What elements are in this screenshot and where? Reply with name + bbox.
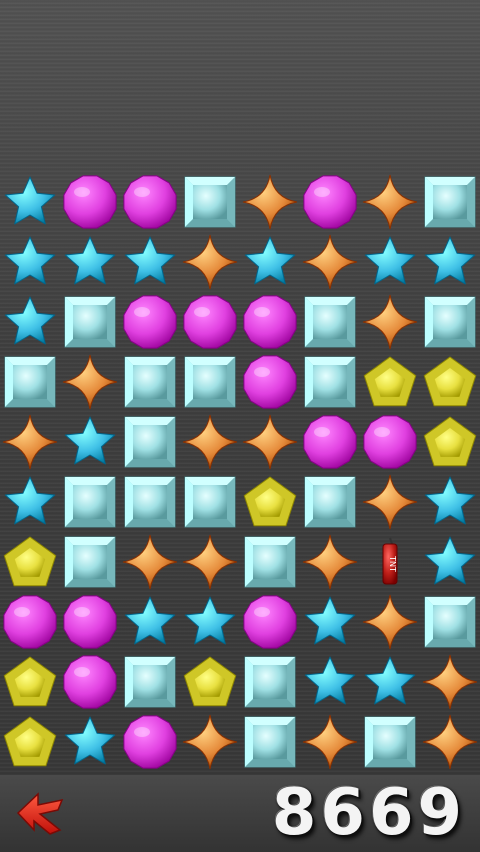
gem-sparkle[interactable] xyxy=(180,232,240,292)
gem-square[interactable] xyxy=(60,532,120,592)
gem-square[interactable] xyxy=(60,472,120,532)
gem-sparkle[interactable] xyxy=(180,412,240,472)
gem-square[interactable] xyxy=(240,652,300,712)
gem-circle[interactable] xyxy=(240,592,300,652)
gem-square[interactable] xyxy=(360,712,420,772)
gem-sparkle[interactable] xyxy=(120,532,180,592)
gem-pentagon[interactable] xyxy=(0,532,60,592)
gem-square[interactable] xyxy=(300,472,360,532)
gem-sparkle[interactable] xyxy=(300,532,360,592)
gem-pentagon[interactable] xyxy=(420,352,480,412)
gem-star[interactable] xyxy=(360,232,420,292)
gem-circle[interactable] xyxy=(360,412,420,472)
gem-sparkle[interactable] xyxy=(180,532,240,592)
gem-star[interactable] xyxy=(420,232,480,292)
gem-circle[interactable] xyxy=(300,172,360,232)
gem-circle[interactable] xyxy=(60,592,120,652)
gem-star[interactable] xyxy=(60,232,120,292)
gem-circle[interactable] xyxy=(120,712,180,772)
gem-star[interactable] xyxy=(0,292,60,352)
gem-sparkle[interactable] xyxy=(0,412,60,472)
gem-star[interactable] xyxy=(240,232,300,292)
gem-square[interactable] xyxy=(300,292,360,352)
gem-circle[interactable] xyxy=(120,292,180,352)
gem-pentagon[interactable] xyxy=(420,412,480,472)
gem-circle[interactable] xyxy=(60,652,120,712)
gem-sparkle[interactable] xyxy=(420,652,480,712)
gem-circle[interactable] xyxy=(300,412,360,472)
gem-square[interactable] xyxy=(120,472,180,532)
gem-sparkle[interactable] xyxy=(180,712,240,772)
gem-square[interactable] xyxy=(420,292,480,352)
gem-pentagon[interactable] xyxy=(0,712,60,772)
gem-star[interactable] xyxy=(120,232,180,292)
gem-square[interactable] xyxy=(420,592,480,652)
gem-star[interactable] xyxy=(420,532,480,592)
tnt-dynamite-icon[interactable]: TNT xyxy=(360,532,420,592)
gem-square[interactable] xyxy=(180,352,240,412)
gem-circle[interactable] xyxy=(0,592,60,652)
gem-square[interactable] xyxy=(60,292,120,352)
gem-star[interactable] xyxy=(0,232,60,292)
gem-circle[interactable] xyxy=(240,292,300,352)
gem-square[interactable] xyxy=(120,652,180,712)
gem-star[interactable] xyxy=(0,172,60,232)
gem-square[interactable] xyxy=(120,412,180,472)
gem-star[interactable] xyxy=(0,472,60,532)
gem-sparkle[interactable] xyxy=(360,172,420,232)
svg-text:TNT: TNT xyxy=(388,555,397,572)
gem-pentagon[interactable] xyxy=(240,472,300,532)
gem-square[interactable] xyxy=(0,352,60,412)
gem-circle[interactable] xyxy=(180,292,240,352)
score-display: 8669 xyxy=(271,776,466,850)
gem-pentagon[interactable] xyxy=(360,352,420,412)
gem-square[interactable] xyxy=(180,472,240,532)
gem-pentagon[interactable] xyxy=(0,652,60,712)
gem-square[interactable] xyxy=(420,172,480,232)
gem-sparkle[interactable] xyxy=(60,352,120,412)
gem-square[interactable] xyxy=(300,352,360,412)
gem-star[interactable] xyxy=(300,652,360,712)
gem-sparkle[interactable] xyxy=(300,712,360,772)
gem-sparkle[interactable] xyxy=(240,412,300,472)
gem-square[interactable] xyxy=(180,172,240,232)
gem-star[interactable] xyxy=(360,652,420,712)
gem-star[interactable] xyxy=(60,412,120,472)
gem-sparkle[interactable] xyxy=(360,592,420,652)
gem-square[interactable] xyxy=(240,712,300,772)
gem-star[interactable] xyxy=(120,592,180,652)
gem-square[interactable] xyxy=(120,352,180,412)
gem-board: TNT xyxy=(0,172,480,772)
red-arrow-left-icon xyxy=(16,792,64,835)
gem-sparkle[interactable] xyxy=(240,172,300,232)
gem-square[interactable] xyxy=(240,532,300,592)
gem-star[interactable] xyxy=(60,712,120,772)
gem-circle[interactable] xyxy=(120,172,180,232)
gem-star[interactable] xyxy=(300,592,360,652)
gem-circle[interactable] xyxy=(240,352,300,412)
back-button[interactable] xyxy=(12,788,68,838)
gem-star[interactable] xyxy=(420,472,480,532)
gem-circle[interactable] xyxy=(60,172,120,232)
gem-sparkle[interactable] xyxy=(420,712,480,772)
gem-star[interactable] xyxy=(180,592,240,652)
gem-sparkle[interactable] xyxy=(360,292,420,352)
gem-sparkle[interactable] xyxy=(360,472,420,532)
gem-sparkle[interactable] xyxy=(300,232,360,292)
gem-pentagon[interactable] xyxy=(180,652,240,712)
